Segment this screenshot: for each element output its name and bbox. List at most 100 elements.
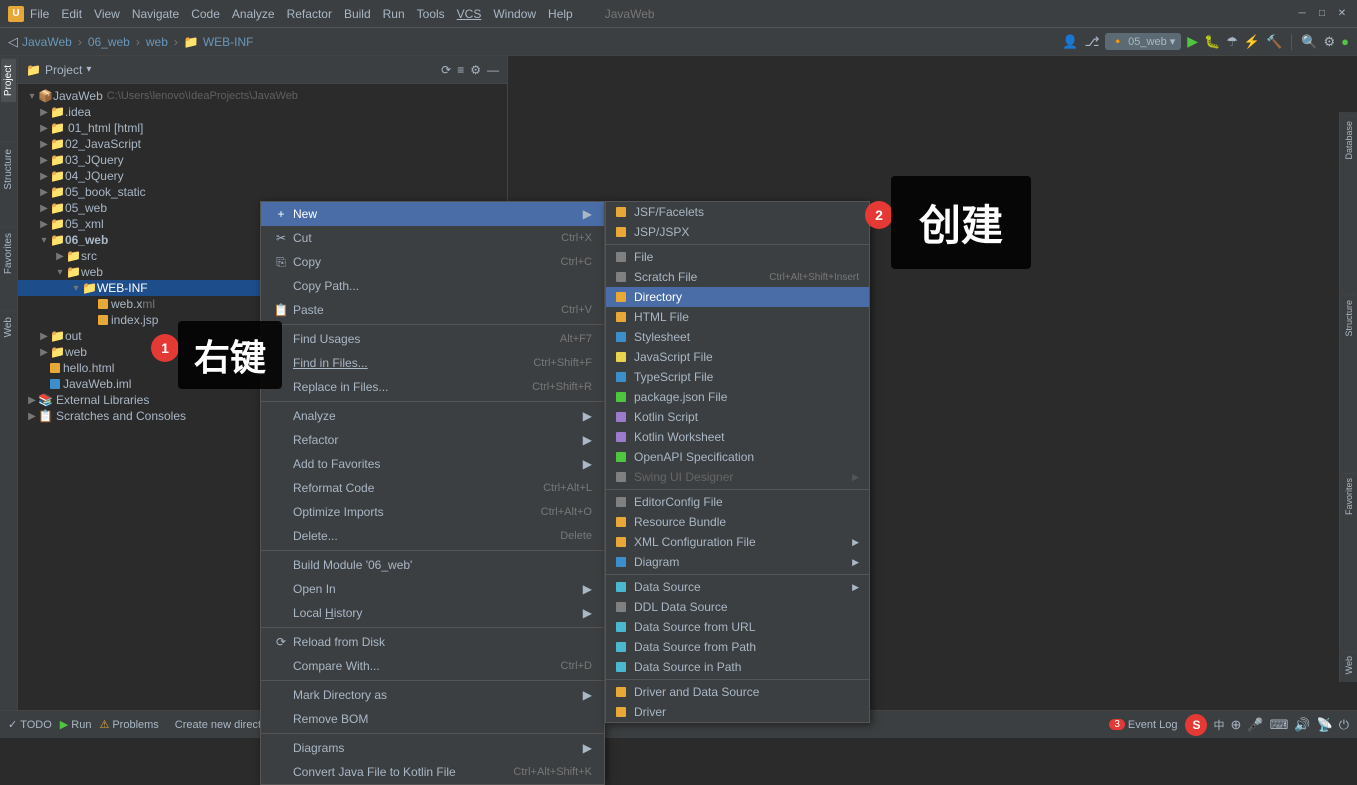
menu-analyze[interactable]: Analyze <box>232 7 275 21</box>
tree-05book[interactable]: ▶ 📁 05_book_static <box>18 184 507 200</box>
menu-vcs[interactable]: VCS <box>457 7 482 21</box>
close-button[interactable]: ✕ <box>1335 7 1349 21</box>
search-everywhere-icon[interactable]: 🔍 <box>1301 34 1317 50</box>
sidebar-tab-structure[interactable]: Structure <box>1 142 16 196</box>
breadcrumb-webinf[interactable]: WEB-INF <box>203 35 254 49</box>
ctx-open-in[interactable]: Open In ▶ <box>261 577 604 601</box>
ctx-convert-kotlin[interactable]: Convert Java File to Kotlin File Ctrl+Al… <box>261 760 604 784</box>
sub-datasource-url[interactable]: Data Source from URL <box>606 617 869 637</box>
ctx-copy[interactable]: ⎘ Copy Ctrl+C <box>261 250 604 274</box>
sidebar-tab-project[interactable]: Project <box>1 58 16 102</box>
ctx-build-module[interactable]: Build Module '06_web' <box>261 553 604 577</box>
sync-icon[interactable]: ⟳ <box>441 63 451 77</box>
sub-kotlin-worksheet[interactable]: Kotlin Worksheet <box>606 427 869 447</box>
ctx-cut[interactable]: ✂ Cut Ctrl+X <box>261 226 604 250</box>
sidebar-tab-web[interactable]: Web <box>1 310 16 343</box>
sub-openapi[interactable]: OpenAPI Specification <box>606 447 869 467</box>
ctx-reload-disk[interactable]: ⟳ Reload from Disk <box>261 630 604 654</box>
tree-04jquery[interactable]: ▶ 📁 04_JQuery <box>18 168 507 184</box>
sub-driver-datasource[interactable]: Driver and Data Source <box>606 682 869 702</box>
sub-xml-config[interactable]: XML Configuration File ▶ <box>606 532 869 552</box>
ctx-new[interactable]: + New ▶ <box>261 202 604 226</box>
tray-icon-3[interactable]: ⌨ <box>1270 717 1289 733</box>
sidebar-tab-structure-r[interactable]: Structure <box>1342 295 1356 341</box>
vcs-icon[interactable]: ⎇ <box>1084 34 1099 50</box>
ctx-paste[interactable]: 📋 Paste Ctrl+V <box>261 298 604 322</box>
back-icon[interactable]: ◁ <box>8 34 18 50</box>
breadcrumb-javaweb[interactable]: JavaWeb <box>22 35 72 49</box>
sidebar-tab-favorites-r[interactable]: Favorites <box>1342 473 1356 519</box>
sub-directory[interactable]: Directory <box>606 287 869 307</box>
profile-icon[interactable]: ⚡ <box>1244 34 1260 50</box>
sogou-icon[interactable]: S <box>1185 714 1207 736</box>
menu-run[interactable]: Run <box>383 7 405 21</box>
run-config-selector[interactable]: 🔸 05_web ▾ <box>1105 33 1181 50</box>
sub-jsf[interactable]: JSF/Facelets <box>606 202 869 222</box>
ctx-mark-dir[interactable]: Mark Directory as ▶ <box>261 683 604 707</box>
event-log[interactable]: 3 Event Log <box>1109 719 1177 731</box>
tree-02js[interactable]: ▶ 📁 02_JavaScript <box>18 136 507 152</box>
sub-resource-bundle[interactable]: Resource Bundle <box>606 512 869 532</box>
breadcrumb-web[interactable]: web <box>146 35 168 49</box>
menu-refactor[interactable]: Refactor <box>287 7 332 21</box>
ctx-refactor[interactable]: Refactor ▶ <box>261 428 604 452</box>
notification-icon[interactable]: ● <box>1341 34 1349 49</box>
ctx-compare-with[interactable]: Compare With... Ctrl+D <box>261 654 604 678</box>
sidebar-tab-web-r[interactable]: Web <box>1342 651 1356 678</box>
ctx-copy-path[interactable]: Copy Path... <box>261 274 604 298</box>
settings-icon[interactable]: ⚙ <box>1323 34 1335 50</box>
sub-datasource-in-path[interactable]: Data Source in Path <box>606 657 869 677</box>
sub-scratch[interactable]: Scratch File Ctrl+Alt+Shift+Insert <box>606 267 869 287</box>
menu-window[interactable]: Window <box>493 7 536 21</box>
sub-diagram[interactable]: Diagram ▶ <box>606 552 869 572</box>
sub-datasource-path[interactable]: Data Source from Path <box>606 637 869 657</box>
expand-arrow-root[interactable]: ▾ <box>26 91 38 102</box>
tree-idea[interactable]: ▶ 📁 .idea <box>18 104 507 120</box>
options-icon[interactable]: ⚙ <box>470 63 481 77</box>
problems-tab[interactable]: ⚠ Problems <box>99 718 158 731</box>
ctx-add-favorites[interactable]: Add to Favorites ▶ <box>261 452 604 476</box>
ctx-analyze[interactable]: Analyze ▶ <box>261 404 604 428</box>
sub-kotlin-script[interactable]: Kotlin Script <box>606 407 869 427</box>
tray-icon-2[interactable]: 🎤 <box>1247 717 1263 733</box>
breadcrumb-06web[interactable]: 06_web <box>88 35 130 49</box>
tree-03jquery[interactable]: ▶ 📁 03_JQuery <box>18 152 507 168</box>
minimize-button[interactable]: ─ <box>1295 7 1309 21</box>
ctx-delete[interactable]: Delete... Delete <box>261 524 604 548</box>
sub-ts[interactable]: TypeScript File <box>606 367 869 387</box>
menu-navigate[interactable]: Navigate <box>132 7 179 21</box>
menu-build[interactable]: Build <box>344 7 371 21</box>
coverage-icon[interactable]: ☂ <box>1226 34 1238 50</box>
tray-icon-6[interactable]: ⏻ <box>1339 717 1349 733</box>
run-button[interactable]: ▶ <box>1187 33 1198 50</box>
ctx-find-usages[interactable]: Find Usages Alt+F7 <box>261 327 604 351</box>
menu-help[interactable]: Help <box>548 7 573 21</box>
close-panel-icon[interactable]: — <box>487 63 499 77</box>
sub-ddl-datasource[interactable]: DDL Data Source <box>606 597 869 617</box>
tree-01html[interactable]: ▶ 📁 01_html [html] <box>18 120 507 136</box>
ctx-reformat[interactable]: Reformat Code Ctrl+Alt+L <box>261 476 604 500</box>
menu-file[interactable]: File <box>30 7 49 21</box>
sub-json[interactable]: package.json File <box>606 387 869 407</box>
sub-jsp[interactable]: JSP/JSPX <box>606 222 869 242</box>
tray-icon-4[interactable]: 🔊 <box>1294 717 1310 733</box>
menu-code[interactable]: Code <box>191 7 220 21</box>
ctx-remove-bom[interactable]: Remove BOM <box>261 707 604 731</box>
sub-html[interactable]: HTML File <box>606 307 869 327</box>
sub-editorconfig[interactable]: EditorConfig File <box>606 492 869 512</box>
ctx-diagrams[interactable]: Diagrams ▶ <box>261 736 604 760</box>
maximize-button[interactable]: □ <box>1315 7 1329 21</box>
ime-switch[interactable]: 中 <box>1213 717 1224 733</box>
tray-icon-1[interactable]: ⊕ <box>1230 717 1241 733</box>
sub-driver[interactable]: Driver <box>606 702 869 722</box>
ctx-find-files[interactable]: Find in Files... Ctrl+Shift+F <box>261 351 604 375</box>
project-dropdown-icon[interactable]: ▾ <box>86 64 91 75</box>
build-icon[interactable]: 🔨 <box>1266 34 1282 50</box>
sub-js[interactable]: JavaScript File <box>606 347 869 367</box>
sub-stylesheet[interactable]: Stylesheet <box>606 327 869 347</box>
sidebar-tab-database[interactable]: Database <box>1342 116 1356 164</box>
ctx-optimize-imports[interactable]: Optimize Imports Ctrl+Alt+O <box>261 500 604 524</box>
user-icon[interactable]: 👤 <box>1062 34 1078 50</box>
menu-view[interactable]: View <box>94 7 120 21</box>
ctx-local-history[interactable]: Local History ▶ <box>261 601 604 625</box>
